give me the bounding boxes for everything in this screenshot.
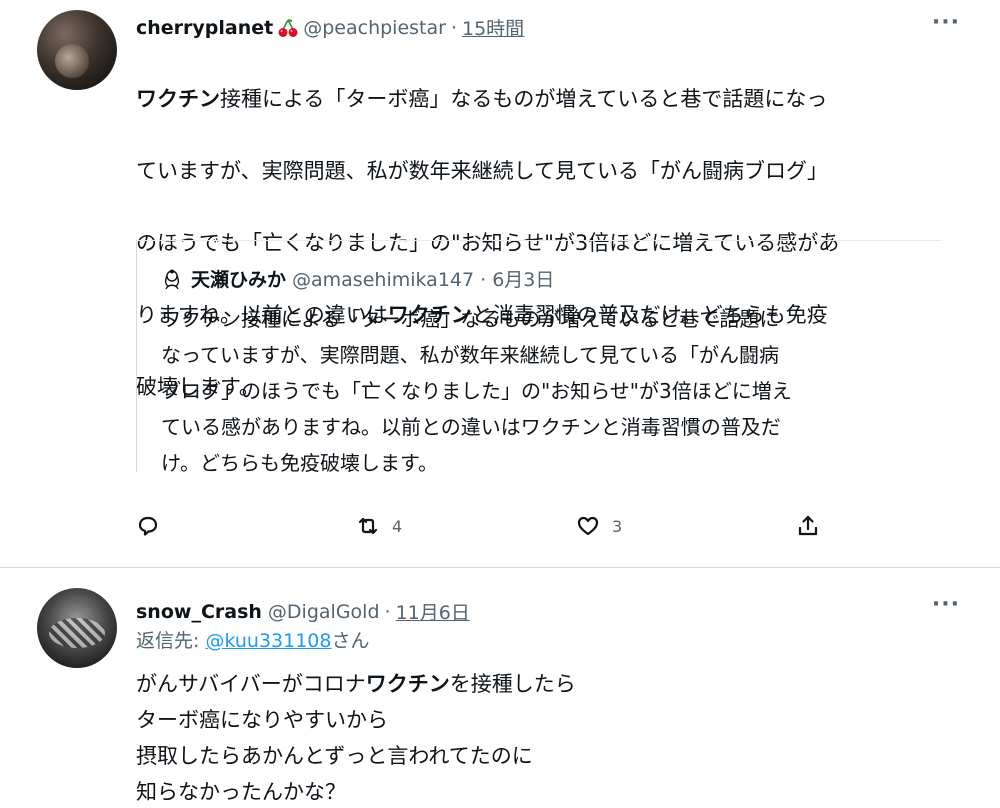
like-count: 3: [612, 516, 623, 536]
highlighted-keyword: ワクチン: [365, 672, 450, 696]
separator: ·: [450, 16, 457, 39]
tweet-header: snow_Crash @DigalGold · 11月6日: [136, 598, 470, 625]
share-icon: [798, 515, 818, 536]
cherries-emoji-icon: [277, 18, 299, 38]
reply-to-suffix: さん: [331, 630, 370, 652]
avatar[interactable]: [37, 588, 117, 668]
quote-avatar-icon: [161, 268, 183, 290]
more-options-icon[interactable]: ···: [932, 592, 960, 617]
tweet-actions: 4 3: [136, 514, 836, 544]
retweet-count: 4: [392, 516, 403, 536]
highlighted-keyword: ワクチン: [136, 87, 220, 111]
tweet-text-line: ていますが、実際問題、私が数年来継続して見ている「がん闘病ブログ」: [136, 159, 828, 183]
share-button[interactable]: [796, 514, 832, 538]
retweet-icon: [358, 517, 378, 535]
quoted-tweet[interactable]: 天瀬ひみか @amasehimika147 · 6月3日 ワクチン接種による「タ…: [136, 240, 942, 475]
reply-icon: [138, 516, 158, 536]
like-button[interactable]: 3: [576, 514, 622, 538]
quote-text: ワクチン接種による「ターボ癌」なるものが増えていると巷で話題に なっていますが、…: [161, 307, 792, 475]
quote-display-name[interactable]: 天瀬ひみか: [191, 265, 286, 292]
quote-header: 天瀬ひみか @amasehimika147 · 6月3日: [161, 265, 554, 292]
reply-to-handle-link[interactable]: @kuu331108: [205, 630, 331, 652]
tweet-header: cherryplanet @peachpiestar · 15時間: [136, 14, 524, 41]
heart-icon: [577, 516, 599, 536]
tweet-text: がんサバイバーがコロナワクチンを接種したら ターボ癌になりやすいから 摂取したら…: [136, 672, 576, 804]
retweet-button[interactable]: 4: [356, 514, 402, 538]
tweet-snow-crash[interactable]: snow_Crash @DigalGold · 11月6日 ··· 返信先: @…: [0, 570, 1000, 808]
tweet-text-line: ワクチン接種による「ターボ癌」なるものが増えていると巷で話題になっ: [136, 87, 828, 111]
separator: ·: [384, 600, 391, 623]
timestamp[interactable]: 11月6日: [396, 598, 470, 625]
display-name[interactable]: snow_Crash: [136, 601, 262, 623]
handle[interactable]: @peachpiestar: [303, 17, 446, 39]
more-options-icon[interactable]: ···: [932, 10, 960, 35]
tweet-cherryplanet[interactable]: cherryplanet @peachpiestar · 15時間 ··· ワク…: [0, 0, 1000, 568]
reply-to: 返信先: @kuu331108さん: [136, 626, 370, 653]
timestamp[interactable]: 15時間: [462, 14, 524, 41]
handle[interactable]: @DigalGold: [268, 601, 380, 623]
reply-button[interactable]: [136, 514, 172, 538]
reply-to-prefix: 返信先:: [136, 630, 206, 652]
quote-handle-time: @amasehimika147 · 6月3日: [292, 269, 555, 291]
display-name[interactable]: cherryplanet: [136, 17, 273, 39]
avatar[interactable]: [37, 10, 117, 90]
